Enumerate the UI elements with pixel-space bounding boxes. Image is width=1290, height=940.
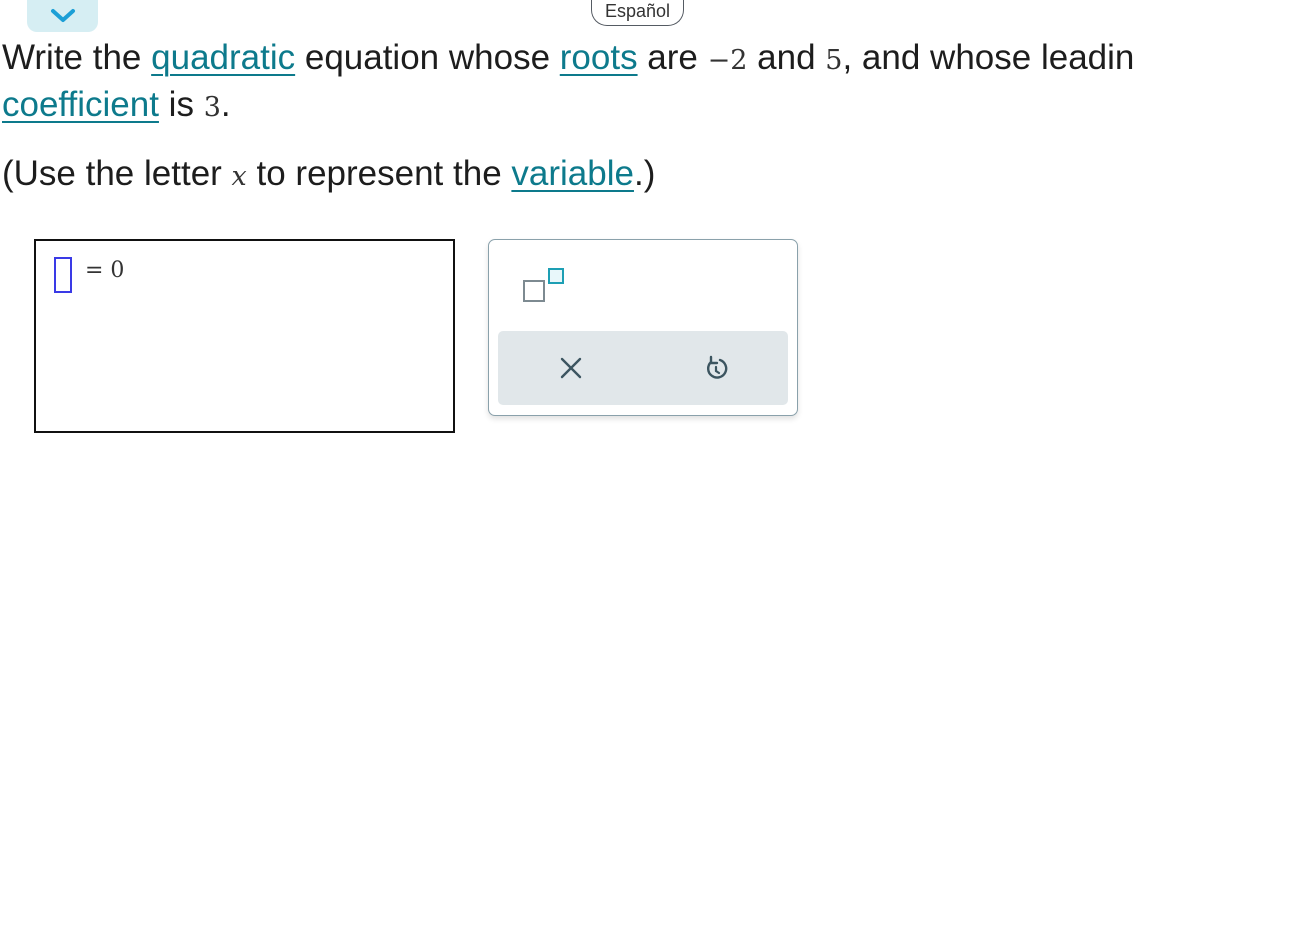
exponent-sup-box bbox=[548, 268, 564, 284]
root-value-2: 5 bbox=[825, 45, 843, 76]
clear-button[interactable] bbox=[498, 331, 643, 405]
close-icon bbox=[560, 357, 581, 379]
instruction-part: to represent the bbox=[246, 154, 512, 193]
exponent-button[interactable] bbox=[519, 264, 564, 304]
question-text-part: and bbox=[747, 38, 826, 77]
roots-link[interactable]: roots bbox=[560, 38, 638, 77]
root-value-1: −2 bbox=[707, 45, 748, 76]
coefficient-link[interactable]: coefficient bbox=[2, 85, 159, 124]
variable-link[interactable]: variable bbox=[511, 154, 634, 193]
question-text-part: is bbox=[158, 85, 204, 124]
collapse-tab[interactable] bbox=[27, 0, 98, 32]
chevron-down-icon bbox=[50, 9, 75, 22]
answer-input-slot[interactable] bbox=[54, 257, 72, 293]
instruction-part: (Use the letter bbox=[2, 154, 232, 193]
instruction-text: (Use the letter x to represent the varia… bbox=[2, 150, 655, 200]
page: Español Write the quadratic equation who… bbox=[0, 0, 1290, 940]
question-line-1: Write the quadratic equation whose roots… bbox=[2, 34, 1290, 81]
language-toggle-button[interactable]: Español bbox=[591, 0, 685, 26]
answer-input-box[interactable]: = 0 bbox=[34, 239, 455, 433]
instruction-part: .) bbox=[633, 154, 656, 193]
question-text: Write the quadratic equation whose roots… bbox=[2, 34, 1290, 128]
variable-symbol: x bbox=[231, 161, 247, 192]
quadratic-link[interactable]: quadratic bbox=[151, 38, 295, 77]
undo-button[interactable] bbox=[643, 331, 788, 405]
leading-coefficient-value: 3 bbox=[203, 92, 221, 123]
question-line-2: coefficient is 3. bbox=[2, 81, 1290, 128]
equals-zero-text: = 0 bbox=[85, 258, 125, 283]
undo-icon bbox=[706, 355, 727, 379]
question-text-part: equation whose bbox=[295, 38, 560, 77]
question-text-part: , and whose leadin bbox=[842, 38, 1135, 77]
language-label: Español bbox=[605, 1, 671, 21]
question-text-part: are bbox=[637, 38, 708, 77]
question-text-part: . bbox=[220, 85, 231, 124]
math-palette bbox=[488, 239, 798, 416]
palette-action-bar bbox=[498, 331, 788, 405]
question-text-part: Write the bbox=[2, 38, 152, 77]
exponent-base-box bbox=[523, 280, 545, 302]
